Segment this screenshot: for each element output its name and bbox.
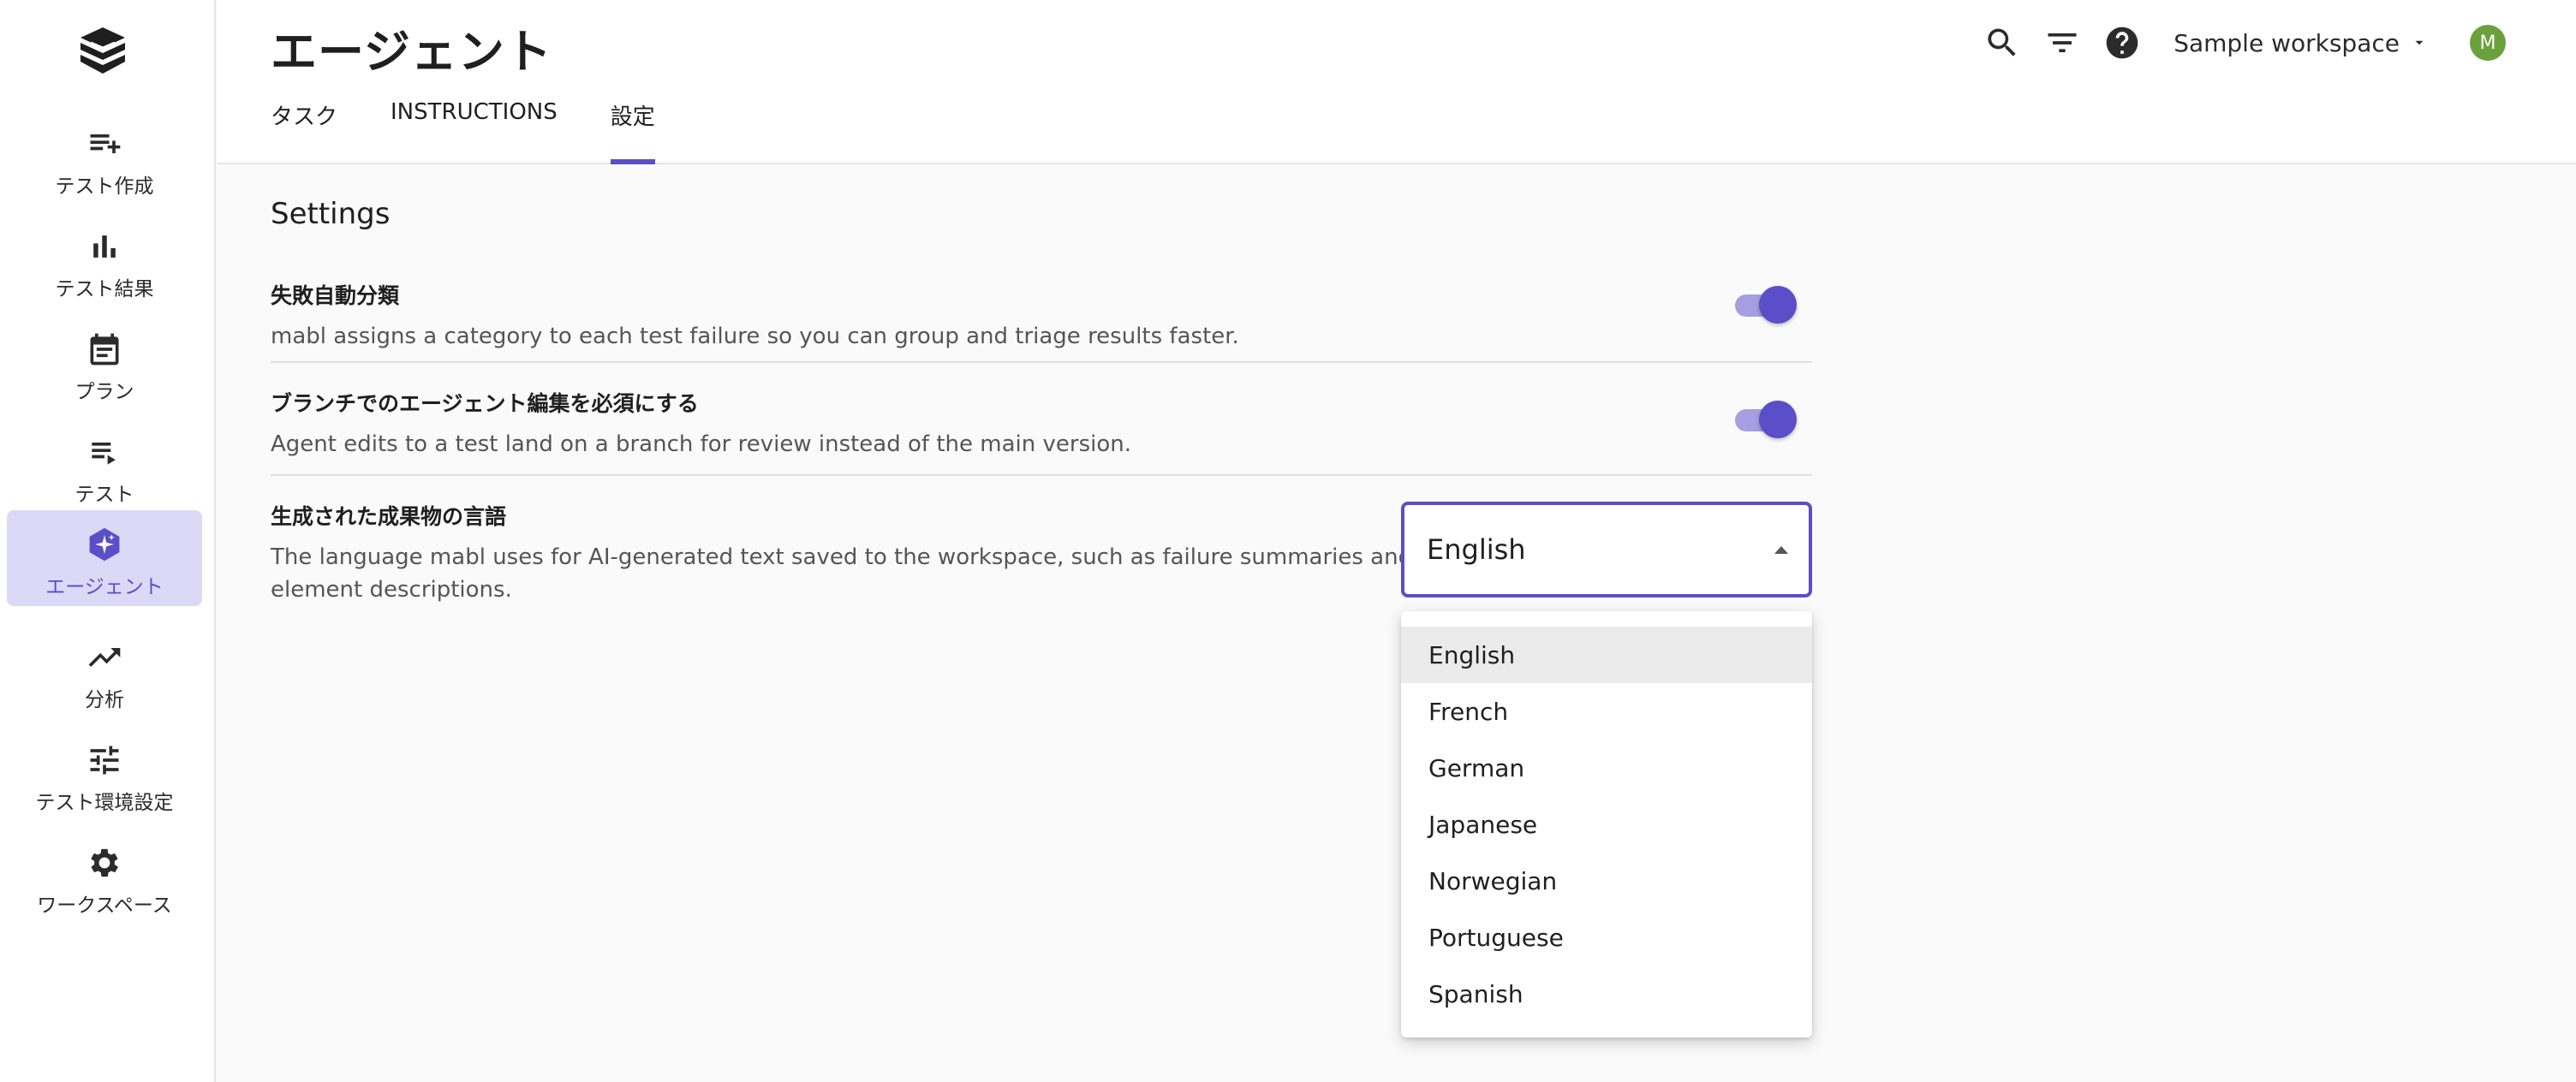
tab-settings[interactable]: 設定: [610, 99, 655, 164]
sidebar-item-label: テスト環境設定: [35, 792, 174, 814]
sidebar-item-label: テスト結果: [55, 278, 154, 300]
sidebar-item-test-create[interactable]: テスト作成: [7, 110, 202, 205]
sidebar-item-analytics[interactable]: 分析: [7, 623, 202, 719]
language-option-portuguese[interactable]: Portuguese: [1401, 909, 1812, 966]
sidebar-item-plans[interactable]: プラン: [7, 315, 202, 411]
help-icon[interactable]: [2103, 24, 2141, 62]
setting-description: mabl assigns a category to each test fai…: [271, 324, 1239, 349]
language-select[interactable]: English: [1401, 502, 1812, 597]
settings-panel: Settings 失敗自動分類 mabl assigns a category …: [271, 197, 1812, 621]
caret-down-icon: [2415, 40, 2424, 45]
page-title: エージェント: [271, 25, 552, 79]
sidebar-item-agent[interactable]: エージェント: [7, 510, 202, 606]
workspace-name: Sample workspace: [2174, 28, 2400, 57]
filter-icon[interactable]: [2043, 24, 2081, 62]
sidebar-item-test-results[interactable]: テスト結果: [7, 212, 202, 308]
sidebar-item-label: テスト: [75, 484, 134, 506]
workspace-selector[interactable]: Sample workspace: [2174, 29, 2427, 57]
language-option-norwegian[interactable]: Norwegian: [1401, 853, 1812, 909]
header-actions: Sample workspace M: [1961, 19, 2506, 67]
setting-description-line: element descriptions.: [271, 577, 512, 603]
language-option-spanish[interactable]: Spanish: [1401, 966, 1812, 1022]
language-option-english[interactable]: English: [1401, 627, 1812, 683]
sparkle-hexagon-icon: [89, 527, 120, 562]
language-option-japanese[interactable]: Japanese: [1401, 796, 1812, 853]
playlist-play-icon: [92, 443, 116, 465]
setting-description-line: The language mabl uses for AI-generated …: [271, 544, 1413, 570]
playlist-add-icon: [90, 134, 121, 153]
calendar-icon: [90, 333, 119, 366]
sidebar-item-tests[interactable]: テスト: [7, 418, 202, 514]
setting-row-failure-classification: 失敗自動分類 mabl assigns a category to each t…: [271, 279, 1812, 363]
tune-icon: [90, 746, 119, 775]
sidebar-item-environment-settings[interactable]: テスト環境設定: [7, 726, 202, 822]
sidebar-item-workspace[interactable]: ワークスペース: [7, 829, 202, 924]
require-branch-toggle[interactable]: [1732, 401, 1797, 438]
tab-tasks[interactable]: タスク: [271, 99, 337, 164]
sidebar-item-label: プラン: [75, 381, 134, 403]
language-option-german[interactable]: German: [1401, 740, 1812, 796]
search-icon[interactable]: [1983, 24, 2021, 62]
mabl-logo-icon[interactable]: [75, 24, 130, 79]
failure-classification-toggle[interactable]: [1732, 286, 1797, 324]
setting-title: ブランチでのエージェント編集を必須にする: [271, 391, 699, 416]
language-option-french[interactable]: French: [1401, 683, 1812, 740]
sidebar-item-label: 分析: [85, 689, 124, 711]
sidebar-item-label: ワークスペース: [37, 895, 172, 917]
bar-chart-icon: [93, 235, 116, 258]
language-select-value: English: [1427, 533, 1526, 566]
language-dropdown-menu: English French German Japanese Norwegian…: [1401, 611, 1812, 1037]
setting-title: 失敗自動分類: [271, 283, 400, 308]
gear-icon: [91, 848, 118, 877]
setting-row-require-branch: ブランチでのエージェント編集を必須にする Agent edits to a te…: [271, 363, 1812, 476]
tab-bar: タスク INSTRUCTIONS 設定: [271, 99, 708, 164]
setting-row-output-language: 生成された成果物の言語 The language mabl uses for A…: [271, 476, 1812, 621]
caret-up-icon: [1774, 546, 1788, 554]
avatar[interactable]: M: [2470, 25, 2506, 61]
setting-description: Agent edits to a test land on a branch f…: [271, 431, 1131, 457]
section-title: Settings: [271, 197, 391, 231]
sidebar-item-label: エージェント: [45, 576, 164, 598]
sidebar: テスト作成 テスト結果 プラン テスト エージェント 分析 テスト環境設定 ワー…: [0, 0, 216, 1082]
sidebar-item-label: テスト作成: [55, 175, 154, 198]
tab-instructions[interactable]: INSTRUCTIONS: [391, 99, 558, 164]
trending-up-icon: [88, 648, 121, 667]
page-header: エージェント タスク INSTRUCTIONS 設定 Sample worksp…: [218, 0, 2576, 164]
